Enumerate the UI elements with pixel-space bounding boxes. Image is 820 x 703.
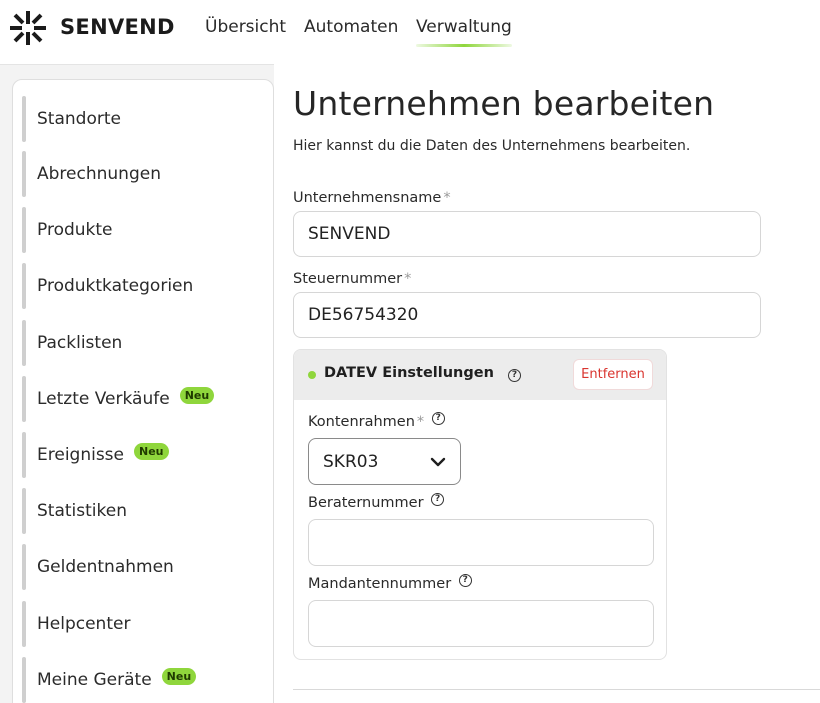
sidebar-item-indicator [22,488,26,534]
sidebar-item-indicator [22,207,26,253]
question-circle-icon[interactable]: ? [431,412,445,425]
required-mark: * [416,414,425,430]
sidebar-item-indicator [22,432,26,478]
company-name-label-text: Unternehmensname [293,190,442,206]
sidebar-item-indicator [22,544,26,590]
page-subtitle: Hier kannst du die Daten des Unternehmen… [293,138,691,154]
nav-verwaltung[interactable]: Verwaltung [416,17,512,37]
datev-title-text: DATEV Einstellungen [324,365,494,381]
page-title: Unternehmen bearbeiten [293,84,715,123]
section-divider [293,689,820,690]
sidebar-item-geldentnahmen[interactable]: Geldentnahmen [22,544,262,590]
required-mark: * [404,271,412,287]
sidebar-item-ereignisse[interactable]: Ereignisse Neu [22,432,262,478]
sidebar-item-abrechnungen[interactable]: Abrechnungen [22,151,262,197]
sidebar-item-indicator [22,601,26,647]
sidebar-item-label: Statistiken [37,501,127,521]
sidebar-item-label: Meine Geräte [37,670,152,690]
chart-of-accounts-label-text: Kontenrahmen [308,414,415,430]
sidebar-item-packlisten[interactable]: Packlisten [22,320,262,366]
tax-number-label: Steuernummer * [293,271,411,287]
sidebar-item-standorte[interactable]: Standorte [22,96,262,142]
datev-settings-card: DATEV Einstellungen ? Entfernen Kontenra… [293,349,667,660]
sidebar: Standorte Abrechnungen Produkte Produktk… [12,79,274,703]
sidebar-item-indicator [22,320,26,366]
sidebar-item-label: Ereignisse [37,445,125,465]
active-nav-indicator [416,44,512,47]
sidebar-item-helpcenter[interactable]: Helpcenter [22,601,262,647]
chart-of-accounts-label: Kontenrahmen * ? [308,412,445,431]
sidebar-item-indicator [22,151,26,197]
remove-datev-button[interactable]: Entfernen [573,359,653,390]
new-badge: Neu [134,442,169,460]
tax-number-label-text: Steuernummer [293,271,403,287]
client-number-label: Mandantennummer ? [308,574,472,593]
chart-of-accounts-selected-value: SKR03 [323,451,379,472]
sidebar-item-label: Produktkategorien [37,276,194,296]
sidebar-item-label: Abrechnungen [37,164,161,184]
datev-card-header: DATEV Einstellungen ? Entfernen [294,350,666,400]
sidebar-item-indicator [22,263,26,309]
sidebar-item-label: Produkte [37,220,113,240]
advisor-number-label-text: Beraternummer [308,495,424,511]
advisor-number-input[interactable] [308,519,654,566]
sidebar-item-label: Geldentnahmen [37,557,174,577]
chart-of-accounts-select[interactable]: SKR03 [308,438,461,485]
status-dot-icon [308,371,316,379]
question-circle-icon[interactable]: ? [431,493,445,506]
sidebar-item-indicator [22,657,26,703]
sidebar-item-label: Helpcenter [37,614,131,634]
sidebar-item-indicator [22,376,26,422]
sidebar-item-produkte[interactable]: Produkte [22,207,262,253]
client-number-label-text: Mandantennummer [308,576,452,592]
client-number-input[interactable] [308,600,654,647]
chevron-down-icon [430,457,446,467]
starburst-logo-icon[interactable] [8,9,48,47]
brand-name[interactable]: SENVEND [60,15,175,39]
company-name-input[interactable]: SENVEND [293,211,761,257]
question-circle-icon[interactable]: ? [507,369,521,382]
company-name-label: Unternehmensname * [293,190,451,206]
sidebar-item-label: Packlisten [37,333,123,353]
new-badge: Neu [179,386,215,404]
tax-number-input[interactable]: DE56754320 [293,292,761,338]
advisor-number-label: Beraternummer ? [308,493,445,512]
sidebar-item-produktkategorien[interactable]: Produktkategorien [22,263,262,309]
sidebar-item-label: Standorte [37,109,121,129]
nav-uebersicht[interactable]: Übersicht [205,17,286,37]
question-circle-icon[interactable]: ? [458,574,472,587]
datev-card-title: DATEV Einstellungen ? [324,365,521,382]
sidebar-item-indicator [22,96,26,142]
top-navigation-bar: SENVEND Übersicht Automaten Verwaltung [0,0,820,64]
nav-automaten[interactable]: Automaten [304,17,398,37]
sidebar-item-statistiken[interactable]: Statistiken [22,488,262,534]
sidebar-item-meine-geraete[interactable]: Meine Geräte Neu [22,657,262,703]
new-badge: Neu [161,667,197,685]
required-mark: * [443,190,451,206]
sidebar-item-label: Letzte Verkäufe [37,389,170,409]
sidebar-item-letzte-verkaeufe[interactable]: Letzte Verkäufe Neu [22,376,262,422]
